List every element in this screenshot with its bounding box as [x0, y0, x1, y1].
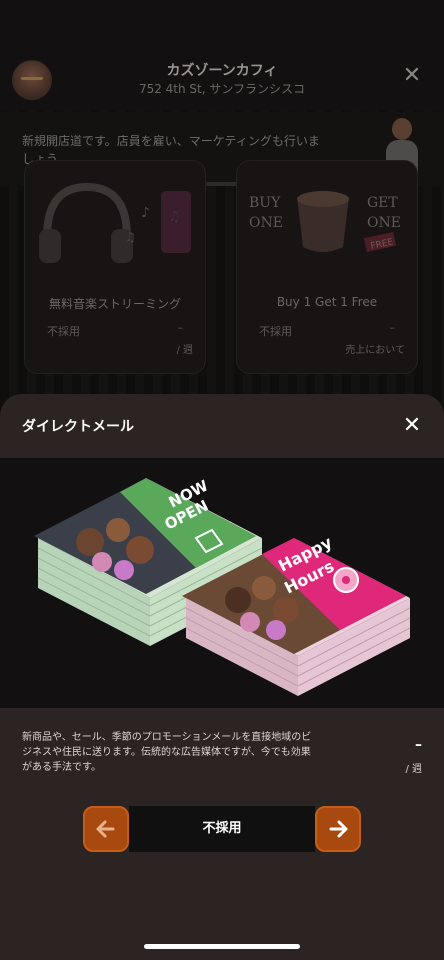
card-unit: 売上において	[345, 345, 405, 356]
close-icon[interactable]: ✕	[400, 64, 424, 88]
card-buy-one-get-one[interactable]: BUY ONE GET ONE FREE Buy 1 Get 1 Free 不採…	[236, 160, 418, 374]
coffee-cup-icon: BUY ONE GET ONE FREE	[249, 191, 401, 252]
card-title: 無料音楽ストリーミング	[48, 297, 181, 311]
shop-address: 752 4th St, サンフランシスコ	[138, 82, 306, 96]
sheet-description: 新商品や、セール、季節のプロモーションメールを直接地域のビジネスや住民に送ります…	[22, 732, 312, 773]
flyers-illustration: NOW OPEN Happy Hours	[0, 458, 444, 708]
svg-text:♫: ♫	[125, 230, 136, 244]
card-status: 不採用	[259, 325, 292, 338]
card-title: Buy 1 Get 1 Free	[276, 295, 378, 309]
art-buy-one-label: ONE	[249, 215, 283, 231]
svg-text:♫: ♫	[168, 209, 181, 225]
flyers-image: NOW OPEN Happy Hours	[34, 476, 411, 696]
card-price: –	[389, 321, 396, 334]
art-get-one-label: ONE	[367, 215, 401, 231]
arrow-right-icon	[329, 820, 348, 838]
arrow-left-icon	[96, 820, 115, 838]
close-icon[interactable]: ✕	[400, 414, 424, 438]
card-price: –	[177, 321, 184, 334]
sheet-price: –	[415, 737, 422, 753]
sheet-unit: / 週	[405, 764, 422, 775]
home-indicator[interactable]	[144, 944, 300, 949]
art-buy-label: BUY	[249, 195, 281, 211]
previous-button[interactable]	[83, 806, 129, 852]
shop-header: カズゾーンカフィ 752 4th St, サンフランシスコ ✕	[0, 0, 444, 110]
shop-name: カズゾーンカフィ	[166, 63, 278, 79]
selector-label: 不採用	[129, 806, 315, 852]
svg-text:♪: ♪	[141, 205, 150, 221]
adopt-selector: 不採用	[83, 806, 361, 852]
sheet-title: ダイレクトメール	[22, 419, 134, 435]
card-status: 不採用	[47, 325, 80, 338]
card-music-streaming[interactable]: ♪ ♫ ♫ 無料音楽ストリーミング 不採用 – / 週	[24, 160, 206, 374]
next-button[interactable]	[315, 806, 361, 852]
headphones-icon: ♪ ♫ ♫	[39, 182, 191, 263]
card-unit: / 週	[176, 345, 193, 356]
art-get-label: GET	[367, 195, 398, 211]
